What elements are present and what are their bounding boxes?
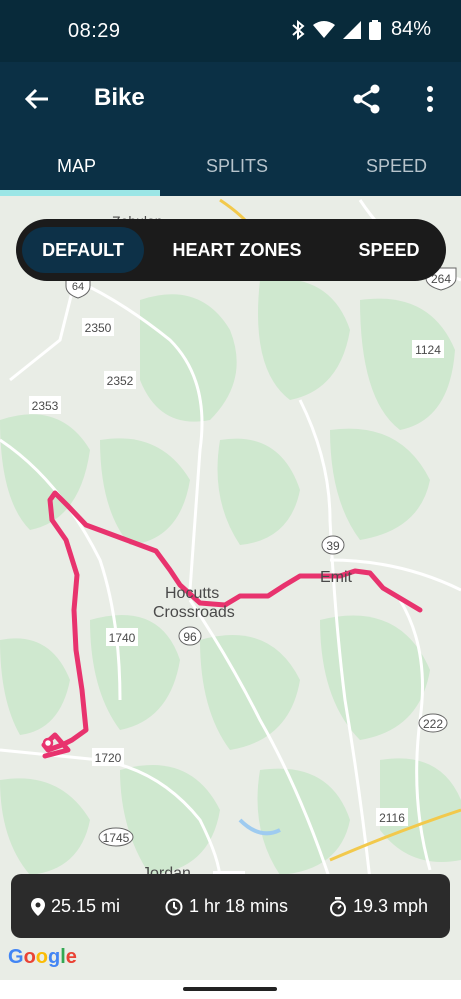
- tab-map[interactable]: MAP: [57, 156, 96, 177]
- svg-text:64: 64: [72, 281, 84, 293]
- activity-stats-bar: 25.15 mi 1 hr 18 mins 19.3 mph: [11, 874, 450, 938]
- svg-text:2353: 2353: [32, 399, 59, 413]
- clock-icon: [165, 898, 183, 915]
- status-icons: 84%: [291, 18, 431, 41]
- road-shield-96: 96: [178, 626, 202, 646]
- stat-speed: 19.3 mph: [329, 896, 428, 917]
- svg-text:2352: 2352: [107, 374, 134, 388]
- tab-speed[interactable]: SPEED: [366, 156, 427, 177]
- stat-duration: 1 hr 18 mins: [165, 896, 288, 917]
- system-nav-bar: [0, 980, 461, 999]
- place-emit: Emit: [320, 569, 353, 586]
- distance-value: 25.15 mi: [51, 896, 121, 916]
- road-label-2353: 2353: [29, 396, 61, 414]
- home-gesture-handle[interactable]: [183, 987, 277, 991]
- road-label-1720: 1720: [92, 748, 124, 766]
- battery-percent: 84%: [390, 18, 431, 40]
- battery-icon: [368, 19, 381, 40]
- google-logo: Google: [8, 946, 77, 968]
- status-time: 08:29: [68, 20, 121, 42]
- svg-text:222: 222: [423, 717, 443, 731]
- cell-signal-icon: [342, 20, 361, 39]
- road-shield-222: 222: [418, 713, 448, 733]
- app-bar: Bike: [0, 62, 461, 134]
- svg-text:1720: 1720: [95, 751, 122, 765]
- wifi-icon: [312, 20, 335, 38]
- svg-text:2350: 2350: [85, 321, 112, 335]
- vegetation: [0, 278, 461, 875]
- place-crossroads: Crossroads: [153, 604, 235, 621]
- road-label-1124: 1124: [412, 340, 444, 358]
- map-mode-selector: DEFAULT HEART ZONES SPEED: [16, 219, 446, 281]
- map-mode-default[interactable]: DEFAULT: [22, 227, 144, 273]
- road-shield-1745: 1745: [98, 827, 134, 847]
- place-hocutts: Hocutts: [165, 585, 219, 602]
- page-title: Bike: [94, 84, 145, 111]
- map-mode-heart-zones[interactable]: HEART ZONES: [162, 227, 312, 273]
- svg-text:96: 96: [183, 630, 197, 644]
- stopwatch-icon: [330, 896, 346, 916]
- back-arrow-icon[interactable]: [22, 84, 52, 114]
- road-label-2352: 2352: [104, 371, 136, 389]
- status-bar: 08:29 84%: [0, 0, 461, 62]
- more-options-icon[interactable]: [420, 84, 440, 114]
- duration-value: 1 hr 18 mins: [189, 896, 289, 916]
- route-start-marker: [42, 737, 54, 749]
- stat-distance: 25.15 mi: [31, 896, 120, 917]
- map-canvas: Zebulon Hocutts Crossroads Emit Jordan 6…: [0, 198, 461, 895]
- map-view[interactable]: Zebulon Hocutts Crossroads Emit Jordan 6…: [0, 196, 461, 980]
- share-icon[interactable]: [352, 84, 382, 114]
- road-shield-39: 39: [321, 535, 345, 555]
- bluetooth-icon: [292, 19, 305, 40]
- tab-bar: MAP SPLITS SPEED: [0, 134, 461, 198]
- svg-text:1124: 1124: [415, 343, 441, 357]
- tab-splits[interactable]: SPLITS: [206, 156, 268, 177]
- svg-text:2116: 2116: [379, 811, 405, 825]
- svg-text:1745: 1745: [103, 831, 130, 845]
- map-mode-speed[interactable]: SPEED: [346, 227, 432, 273]
- road-label-2116: 2116: [376, 808, 408, 826]
- road-label-2350: 2350: [82, 318, 114, 336]
- speed-value: 19.3 mph: [353, 896, 429, 916]
- svg-text:39: 39: [326, 539, 340, 553]
- road-shield-64: 64: [65, 277, 91, 299]
- location-pin-icon: [31, 897, 45, 916]
- svg-text:1740: 1740: [109, 631, 136, 645]
- road-label-1740: 1740: [106, 628, 138, 646]
